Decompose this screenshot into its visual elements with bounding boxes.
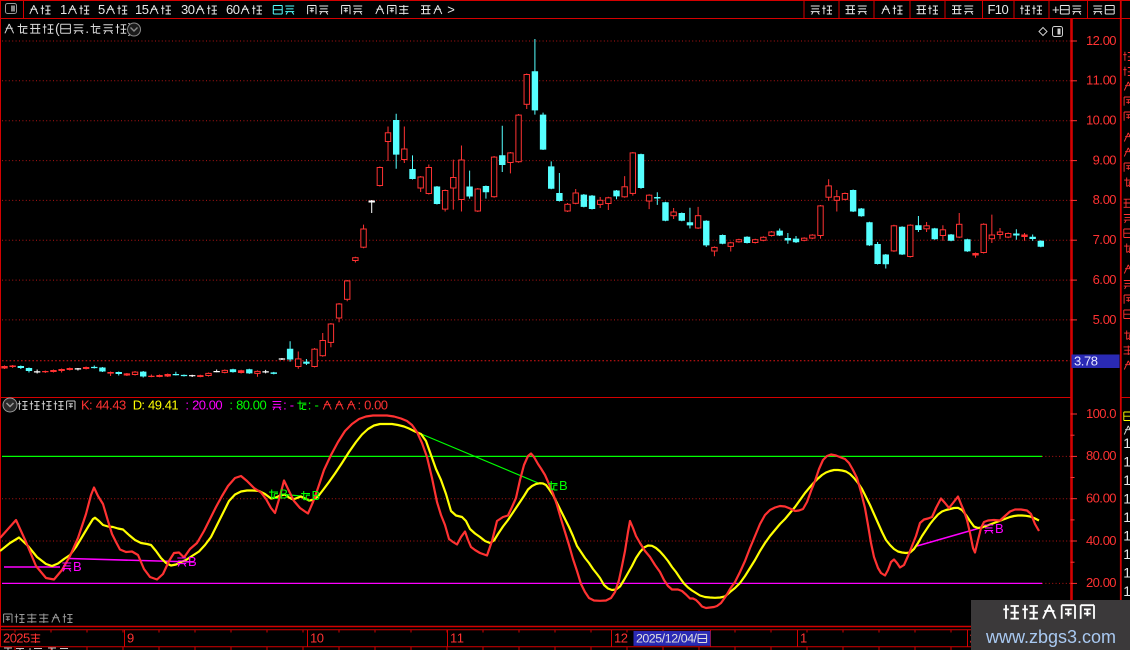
svg-text:3.78: 3.78 xyxy=(1074,353,1098,368)
svg-text:1: 1 xyxy=(1123,546,1130,562)
svg-text:30: 30 xyxy=(181,2,195,17)
svg-text:40.00: 40.00 xyxy=(1086,533,1117,548)
svg-text:100.0: 100.0 xyxy=(1086,406,1117,421)
svg-text:10.00: 10.00 xyxy=(1086,113,1117,128)
svg-text:10: 10 xyxy=(310,630,324,645)
svg-text:20.00: 20.00 xyxy=(1086,575,1117,590)
svg-text:1: 1 xyxy=(1123,583,1130,599)
svg-text:9.00: 9.00 xyxy=(1093,152,1117,167)
svg-text:D:49.41: D:49.41 xyxy=(133,397,179,412)
svg-text:1: 1 xyxy=(1123,509,1130,525)
svg-text:B: B xyxy=(559,478,568,493)
svg-text:5.00: 5.00 xyxy=(1093,312,1117,327)
svg-text:>: > xyxy=(447,2,455,17)
svg-text:6.00: 6.00 xyxy=(1093,272,1117,287)
svg-text:8.00: 8.00 xyxy=(1093,192,1117,207)
svg-text:1: 1 xyxy=(1123,435,1130,451)
svg-text:2025/12/04/: 2025/12/04/ xyxy=(636,631,698,645)
svg-text:F10: F10 xyxy=(988,2,1009,17)
svg-text:7.00: 7.00 xyxy=(1093,232,1117,247)
svg-text:B: B xyxy=(312,488,321,503)
svg-text:60.00: 60.00 xyxy=(1086,491,1117,506)
svg-text:1: 1 xyxy=(1123,565,1130,581)
svg-text:2025: 2025 xyxy=(3,630,30,645)
svg-text:1: 1 xyxy=(800,630,807,645)
svg-text:60: 60 xyxy=(226,2,240,17)
svg-text:1: 1 xyxy=(60,2,67,17)
svg-text:B: B xyxy=(280,486,289,501)
svg-text:1: 1 xyxy=(1123,472,1130,488)
svg-text:5: 5 xyxy=(98,2,105,17)
svg-text:B: B xyxy=(188,554,197,569)
svg-text:+: + xyxy=(1052,2,1060,17)
svg-text:B: B xyxy=(73,559,82,574)
svg-text:9: 9 xyxy=(127,630,134,645)
svg-text:1: 1 xyxy=(1123,491,1130,507)
svg-text:1: 1 xyxy=(1123,454,1130,470)
svg-text:11.00: 11.00 xyxy=(1086,73,1117,88)
svg-text:1: 1 xyxy=(1123,528,1130,544)
svg-text:80.00: 80.00 xyxy=(1086,448,1117,463)
svg-text:12: 12 xyxy=(614,630,628,645)
svg-text:www.zbgs3.com: www.zbgs3.com xyxy=(985,627,1116,647)
svg-text:12.00: 12.00 xyxy=(1086,33,1117,48)
svg-text:K:44.43: K:44.43 xyxy=(81,397,126,412)
svg-text:11: 11 xyxy=(450,630,464,645)
svg-text:B: B xyxy=(995,521,1004,536)
svg-text:15: 15 xyxy=(135,2,149,17)
